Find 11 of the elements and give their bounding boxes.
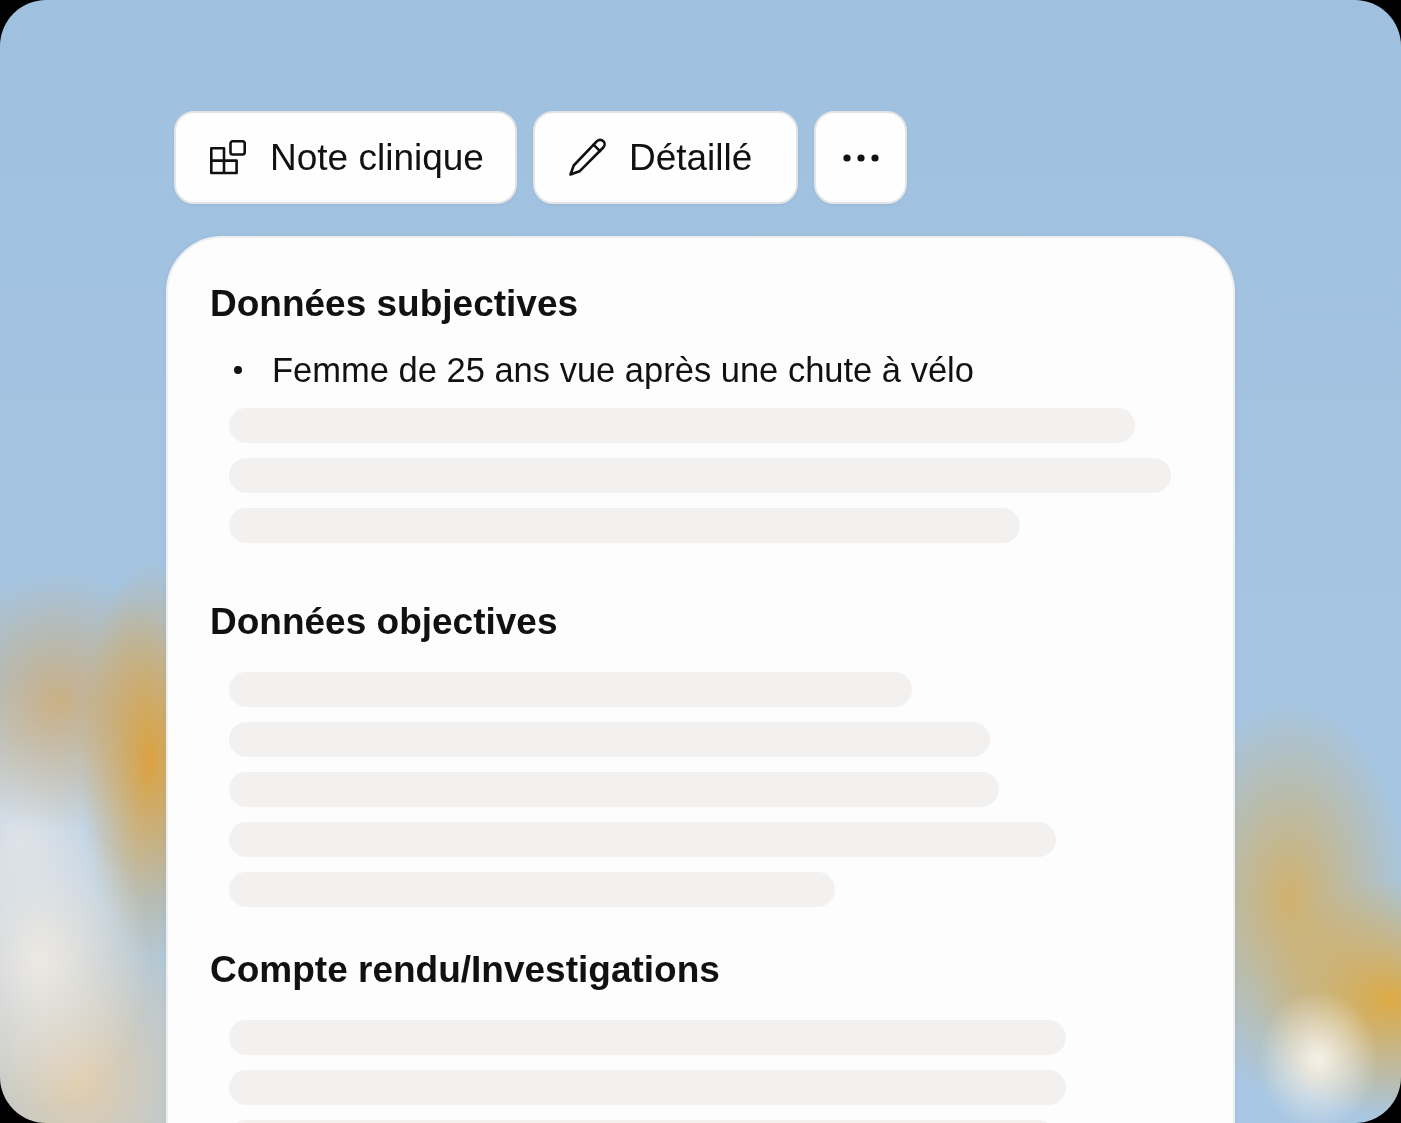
- section-heading: Compte rendu/Investigations: [210, 949, 721, 991]
- section-heading: Données objectives: [210, 601, 559, 643]
- detail-level-button[interactable]: Détaillé: [532, 111, 799, 204]
- list-item-text: Femme de 25 ans vue après une chute à vélo: [272, 350, 974, 391]
- ellipsis-icon: [842, 153, 879, 162]
- section-heading: Données subjectives: [210, 283, 580, 325]
- bullet-icon: [234, 366, 242, 374]
- note-template-button[interactable]: Note clinique: [174, 111, 517, 204]
- grid-icon: [209, 140, 247, 175]
- pencil-icon: [567, 138, 608, 177]
- more-button[interactable]: [814, 111, 908, 204]
